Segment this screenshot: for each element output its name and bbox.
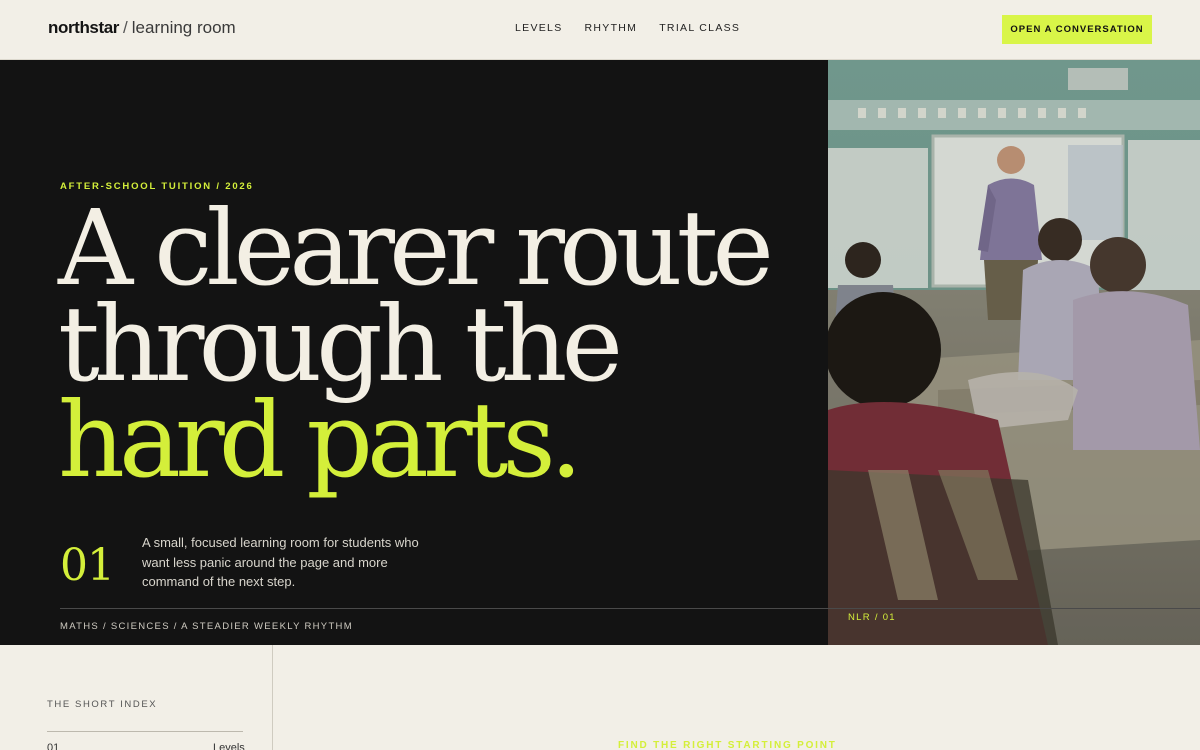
index-item-levels[interactable]: Levels xyxy=(213,742,245,750)
brand-name: northstar xyxy=(48,18,120,37)
index-divider xyxy=(47,731,243,732)
main-nav: LEVELS RHYTHM TRIAL CLASS xyxy=(515,22,740,34)
hero-divider xyxy=(60,608,1200,609)
brand-separator: / xyxy=(123,18,128,37)
brand-logo[interactable]: northstar / learning room xyxy=(48,18,236,38)
index-item-number: 01 xyxy=(47,742,60,750)
nav-rhythm[interactable]: RHYTHM xyxy=(585,22,638,34)
nav-trial-class[interactable]: TRIAL CLASS xyxy=(659,22,740,34)
hero-section: AFTER-SCHOOL TUITION / 2026 A clearer ro… xyxy=(0,60,1200,645)
sidebar-divider xyxy=(272,645,273,750)
short-index-title: THE SHORT INDEX xyxy=(47,699,158,710)
open-conversation-button[interactable]: OPEN A CONVERSATION xyxy=(1002,15,1152,44)
photo-caption-tag: NLR / 01 xyxy=(848,612,896,623)
index-section: THE SHORT INDEX 01 Levels FIND THE RIGHT… xyxy=(0,645,1200,750)
nav-levels[interactable]: LEVELS xyxy=(515,22,563,34)
hero-subjects: MATHS / SCIENCES / A STEADIER WEEKLY RHY… xyxy=(60,621,353,632)
hero-number: 01 xyxy=(60,540,115,591)
site-header: northstar / learning room LEVELS RHYTHM … xyxy=(0,0,1200,60)
classroom-photo xyxy=(828,60,1200,645)
hero-headline: A clearer route through the hard parts. xyxy=(58,187,774,501)
headline-line-3: hard parts. xyxy=(58,379,583,501)
headline-line-1: A clearer route xyxy=(58,187,774,309)
hero-description: A small, focused learning room for stude… xyxy=(142,535,419,589)
brand-subtitle: learning room xyxy=(131,18,236,37)
section-eyebrow: FIND THE RIGHT STARTING POINT xyxy=(618,740,837,750)
headline-line-2: through the xyxy=(58,283,623,405)
